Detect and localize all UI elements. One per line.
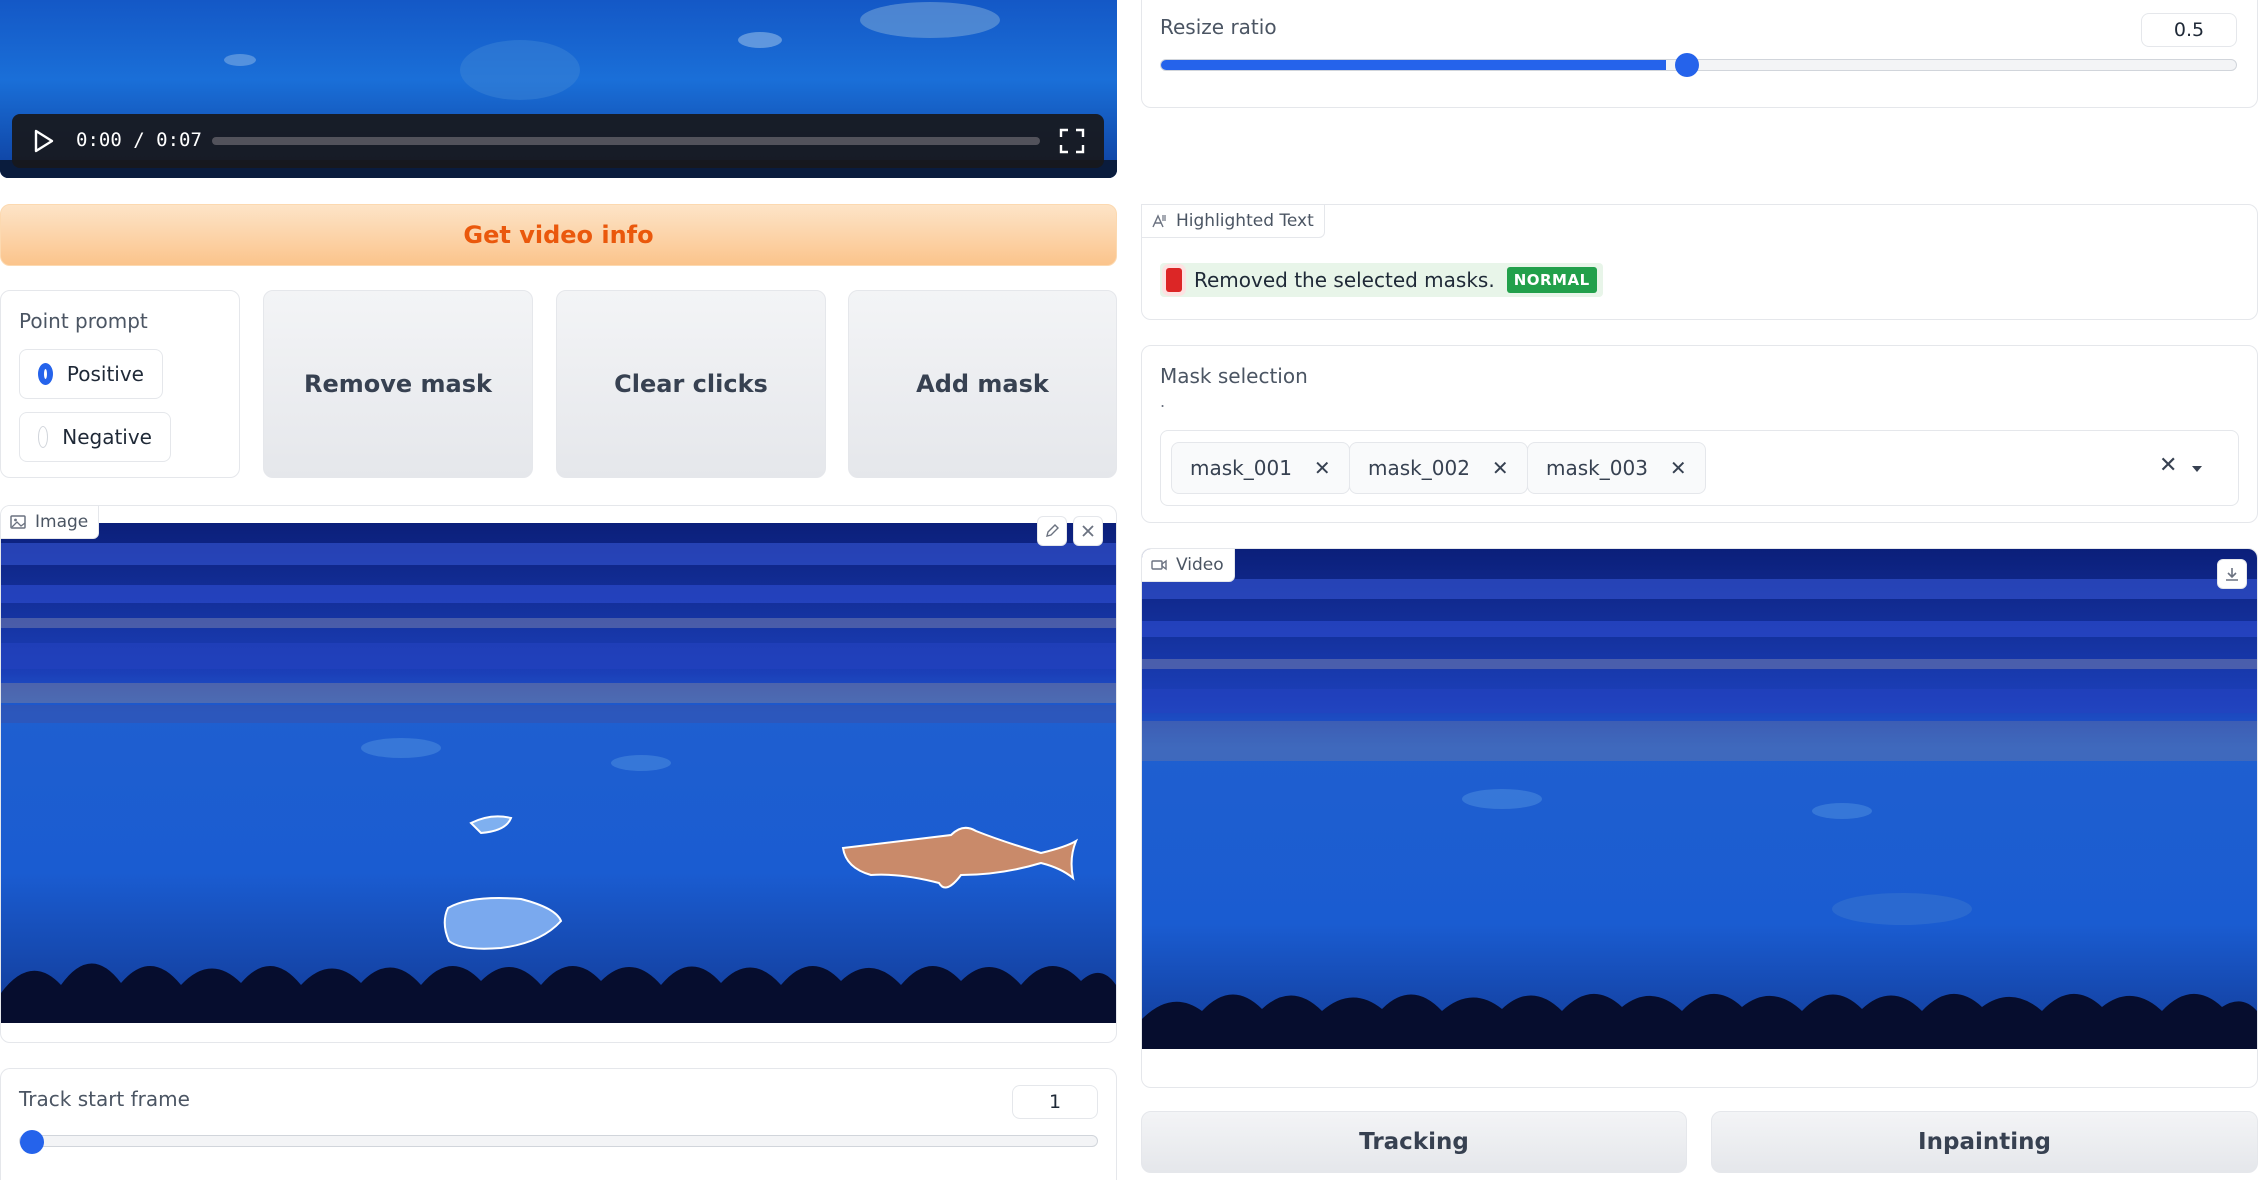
remove-mask-button[interactable]: Remove mask <box>263 290 533 478</box>
image-tag: Image <box>1 506 100 539</box>
resize-ratio-label: Resize ratio <box>1160 15 1277 39</box>
resize-ratio-input[interactable]: 0.5 <box>2141 13 2237 47</box>
remove-chip-icon[interactable]: ✕ <box>1670 456 1687 480</box>
edit-image-button[interactable] <box>1037 516 1067 546</box>
clear-all-icon[interactable]: ✕ <box>2159 453 2177 478</box>
clear-clicks-button[interactable]: Clear clicks <box>556 290 826 478</box>
video-time-current: 0:00 <box>76 129 122 151</box>
highlighted-text-tag: Highlighted Text <box>1141 204 1325 238</box>
image-canvas[interactable] <box>1 523 1116 1023</box>
add-mask-label: Add mask <box>916 370 1049 398</box>
track-start-input[interactable]: 1 <box>1012 1085 1098 1119</box>
video-tag-label: Video <box>1176 555 1224 575</box>
image-icon <box>10 515 26 529</box>
remove-chip-icon[interactable]: ✕ <box>1492 456 1509 480</box>
radio-positive[interactable]: Positive <box>19 349 163 399</box>
video-time: 0:00 / 0:07 <box>76 129 202 151</box>
highlighted-text-panel: Highlighted Text Removed the selected ma… <box>1141 204 2258 320</box>
status-badge: NORMAL <box>1506 267 1597 293</box>
get-video-info-label: Get video info <box>463 221 654 249</box>
highlighted-text-tag-label: Highlighted Text <box>1176 211 1314 231</box>
mask-selection-panel: Mask selection . mask_001 ✕ mask_002 ✕ m… <box>1141 345 2258 523</box>
resize-ratio-slider-fill <box>1161 60 1667 70</box>
track-start-slider-thumb[interactable] <box>20 1130 44 1154</box>
track-start-label: Track start frame <box>19 1087 190 1111</box>
resize-ratio-slider-thumb[interactable] <box>1675 53 1699 77</box>
mask-chip-001[interactable]: mask_001 ✕ <box>1171 442 1350 494</box>
point-prompt-panel: Point prompt Positive Negative <box>0 290 240 478</box>
mask-chip-001-label: mask_001 <box>1190 456 1292 480</box>
video-output-panel: Video <box>1141 548 2258 1088</box>
radio-positive-indicator <box>38 363 53 385</box>
video-progress-bar[interactable] <box>212 137 1040 145</box>
mask-chip-003-label: mask_003 <box>1546 456 1648 480</box>
video-time-separator: / <box>133 129 145 151</box>
radio-negative[interactable]: Negative <box>19 412 171 462</box>
track-start-slider-track[interactable] <box>19 1135 1098 1147</box>
video-player[interactable]: 0:00 / 0:07 <box>0 0 1117 178</box>
text-highlight-icon <box>1152 214 1166 228</box>
radio-negative-label: Negative <box>62 425 152 449</box>
remove-chip-icon[interactable]: ✕ <box>1314 456 1331 480</box>
video-controls-bar: 0:00 / 0:07 <box>12 114 1104 168</box>
highlighted-message: Removed the selected masks. NORMAL <box>1160 263 1603 297</box>
video-tag: Video <box>1142 549 1235 582</box>
pencil-icon <box>1046 524 1059 537</box>
radio-negative-indicator <box>38 426 49 448</box>
tracking-label: Tracking <box>1359 1129 1469 1155</box>
mask-selection-dropdown[interactable]: mask_001 ✕ mask_002 ✕ mask_003 ✕ ✕ <box>1160 430 2239 506</box>
image-panel: Image <box>0 505 1117 1043</box>
radio-positive-label: Positive <box>66 362 144 386</box>
fullscreen-icon[interactable] <box>1058 127 1086 155</box>
video-time-total: 0:07 <box>156 129 202 151</box>
inpainting-label: Inpainting <box>1918 1129 2051 1155</box>
chevron-down-icon[interactable] <box>2189 461 2205 477</box>
highlighted-message-text: Removed the selected masks. <box>1194 268 1495 292</box>
add-mask-button[interactable]: Add mask <box>848 290 1117 478</box>
tracking-button[interactable]: Tracking <box>1141 1111 1687 1173</box>
highlight-marker <box>1166 268 1182 292</box>
mask-selection-label: Mask selection <box>1160 364 1308 388</box>
image-tag-label: Image <box>35 512 89 532</box>
video-output-frame <box>1142 549 2257 1049</box>
download-video-button[interactable] <box>2217 559 2247 589</box>
remove-mask-label: Remove mask <box>304 370 492 398</box>
clear-clicks-label: Clear clicks <box>614 370 768 398</box>
clear-image-button[interactable] <box>1073 516 1103 546</box>
resize-ratio-panel: Resize ratio 0.5 <box>1141 0 2258 108</box>
inpainting-button[interactable]: Inpainting <box>1711 1111 2258 1173</box>
mask-chip-002[interactable]: mask_002 ✕ <box>1349 442 1528 494</box>
mask-chip-002-label: mask_002 <box>1368 456 1470 480</box>
video-camera-icon <box>1151 559 1167 571</box>
play-icon[interactable] <box>30 128 56 154</box>
get-video-info-button[interactable]: Get video info <box>0 204 1117 266</box>
point-prompt-label: Point prompt <box>19 309 148 333</box>
mask-chip-003[interactable]: mask_003 ✕ <box>1527 442 1706 494</box>
close-icon <box>1082 525 1094 537</box>
download-icon <box>2226 568 2238 581</box>
mask-selection-info: . <box>1160 392 1166 411</box>
track-start-panel: Track start frame 1 <box>0 1068 1117 1180</box>
